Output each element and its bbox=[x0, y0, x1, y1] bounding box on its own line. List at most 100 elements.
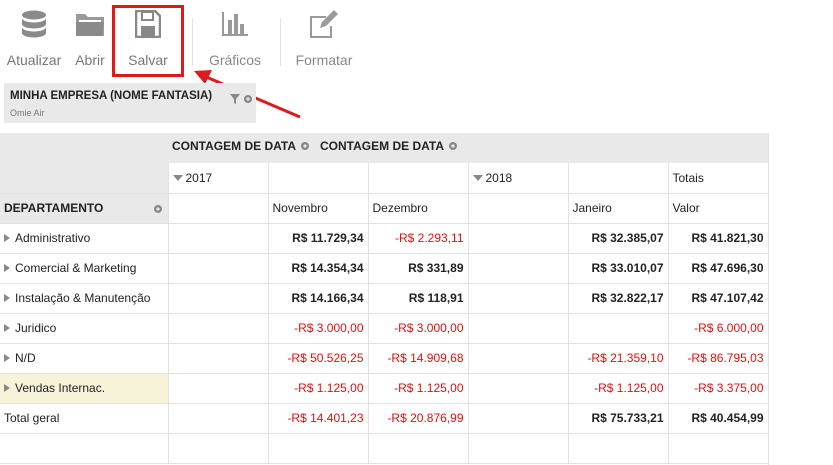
bar-chart-icon bbox=[221, 10, 249, 43]
highlight-box bbox=[112, 5, 184, 77]
row-header[interactable]: Administrativo bbox=[0, 223, 169, 254]
row-field-header[interactable]: DEPARTAMENTO bbox=[0, 193, 169, 224]
empty-cell bbox=[468, 223, 569, 254]
empty-cell bbox=[568, 163, 669, 194]
format-button[interactable]: Formatar bbox=[288, 0, 360, 76]
table-row: Vendas Internac. -R$ 1.125,00 -R$ 1.125,… bbox=[0, 373, 769, 404]
value-cell: R$ 32.822,17 bbox=[568, 283, 669, 314]
row-header[interactable]: Vendas Internac. bbox=[0, 373, 169, 404]
value-cell bbox=[568, 313, 669, 344]
charts-button[interactable]: Gráficos bbox=[200, 0, 270, 76]
filter-title: MINHA EMPRESA (NOME FANTASIA) bbox=[10, 90, 213, 102]
open-button[interactable]: Abrir bbox=[68, 0, 112, 76]
total-cell: -R$ 6.000,00 bbox=[668, 313, 769, 344]
value-cell: -R$ 14.909,68 bbox=[368, 343, 469, 374]
value-cell: -R$ 3.000,00 bbox=[268, 313, 369, 344]
value-cell: -R$ 1.125,00 bbox=[268, 373, 369, 404]
measure-header[interactable]: CONTAGEM DE DATA bbox=[172, 139, 310, 154]
empty-row bbox=[0, 433, 769, 464]
row-header[interactable]: Instalação & Manutenção bbox=[0, 283, 169, 314]
grid-right-edge bbox=[768, 133, 769, 465]
table-row: Instalação & Manutenção R$ 14.166,34 R$ … bbox=[0, 283, 769, 314]
empty-cell bbox=[268, 163, 369, 194]
empty-cell bbox=[268, 433, 369, 464]
value-cell: -R$ 1.125,00 bbox=[368, 373, 469, 404]
refresh-button[interactable]: Atualizar bbox=[0, 0, 68, 76]
total-cell: -R$ 3.375,00 bbox=[668, 373, 769, 404]
measure-label: CONTAGEM DE DATA bbox=[172, 139, 296, 153]
toolbar-separator bbox=[280, 18, 281, 66]
empty-cell bbox=[0, 433, 169, 464]
gear-icon[interactable] bbox=[243, 91, 253, 109]
value-cell: R$ 331,89 bbox=[368, 253, 469, 284]
expand-icon bbox=[4, 234, 10, 242]
row-header[interactable]: Juridico bbox=[0, 313, 169, 344]
table-row: Administrativo R$ 11.729,34 -R$ 2.293,11… bbox=[0, 223, 769, 254]
gear-icon[interactable] bbox=[448, 140, 458, 154]
empty-cell bbox=[468, 253, 569, 284]
empty-cell bbox=[468, 403, 569, 434]
empty-cell bbox=[468, 373, 569, 404]
year-header-row: 2017 2018 Totais bbox=[0, 163, 769, 194]
value-cell: R$ 75.733,21 bbox=[568, 403, 669, 434]
empty-cell bbox=[668, 433, 769, 464]
measure-header[interactable]: CONTAGEM DE DATA bbox=[320, 139, 458, 154]
empty-cell bbox=[168, 343, 269, 374]
empty-cell bbox=[468, 193, 569, 224]
empty-cell bbox=[368, 433, 469, 464]
value-cell: R$ 14.354,34 bbox=[268, 253, 369, 284]
collapse-icon bbox=[172, 174, 183, 181]
empty-cell bbox=[168, 373, 269, 404]
filter-value: Omie Air bbox=[10, 108, 45, 118]
value-cell: R$ 118,91 bbox=[368, 283, 469, 314]
value-header: Valor bbox=[668, 193, 769, 224]
filter-icon[interactable] bbox=[230, 91, 240, 109]
grand-total-label: Total geral bbox=[0, 403, 169, 434]
value-cell: -R$ 2.293,11 bbox=[368, 223, 469, 254]
gear-icon[interactable] bbox=[300, 140, 310, 154]
refresh-label: Atualizar bbox=[6, 52, 62, 68]
month-header: Novembro bbox=[268, 193, 369, 224]
expand-icon bbox=[4, 294, 10, 302]
measure-label: CONTAGEM DE DATA bbox=[320, 139, 444, 153]
format-label: Formatar bbox=[295, 52, 353, 68]
open-label: Abrir bbox=[75, 52, 105, 68]
empty-cell bbox=[168, 403, 269, 434]
row-header[interactable]: N/D bbox=[0, 343, 169, 374]
empty-cell bbox=[468, 283, 569, 314]
value-cell: R$ 32.385,07 bbox=[568, 223, 669, 254]
empty-cell bbox=[168, 253, 269, 284]
expand-icon bbox=[4, 354, 10, 362]
toolbar-separator bbox=[192, 18, 193, 66]
row-header[interactable]: Comercial & Marketing bbox=[0, 253, 169, 284]
value-cell: R$ 11.729,34 bbox=[268, 223, 369, 254]
total-cell: R$ 47.696,30 bbox=[668, 253, 769, 284]
empty-cell bbox=[368, 163, 469, 194]
empty-cell bbox=[168, 193, 269, 224]
year-header-2018[interactable]: 2018 bbox=[468, 163, 569, 194]
value-cell: -R$ 3.000,00 bbox=[368, 313, 469, 344]
pivot-report-window: Atualizar Abrir Salvar Gráficos Formatar… bbox=[0, 0, 833, 465]
toolbar: Atualizar Abrir Salvar Gráficos Formatar bbox=[0, 0, 833, 80]
empty-cell bbox=[168, 223, 269, 254]
table-row: N/D -R$ 50.526,25 -R$ 14.909,68 -R$ 21.3… bbox=[0, 343, 769, 374]
month-header: Janeiro bbox=[568, 193, 669, 224]
expand-icon bbox=[4, 384, 10, 392]
grand-total-row: Total geral -R$ 14.401,23 -R$ 20.876,99 … bbox=[0, 403, 769, 434]
empty-cell bbox=[168, 433, 269, 464]
empty-cell bbox=[468, 313, 569, 344]
table-row: Juridico -R$ 3.000,00 -R$ 3.000,00 -R$ 6… bbox=[0, 313, 769, 344]
total-cell: R$ 47.107,42 bbox=[668, 283, 769, 314]
gear-icon[interactable] bbox=[153, 203, 163, 217]
empty-cell bbox=[568, 433, 669, 464]
filter-card[interactable]: MINHA EMPRESA (NOME FANTASIA) Omie Air bbox=[4, 83, 256, 123]
pivot-table: 2017 2018 Totais DEPARTAMENTO Novembro D… bbox=[0, 163, 769, 464]
empty-cell bbox=[468, 343, 569, 374]
month-header-row: DEPARTAMENTO Novembro Dezembro Janeiro V… bbox=[0, 193, 769, 224]
year-header-2017[interactable]: 2017 bbox=[168, 163, 269, 194]
value-cell: -R$ 14.401,23 bbox=[268, 403, 369, 434]
empty-cell bbox=[468, 433, 569, 464]
total-cell: R$ 41.821,30 bbox=[668, 223, 769, 254]
value-cell: R$ 33.010,07 bbox=[568, 253, 669, 284]
value-cell: -R$ 50.526,25 bbox=[268, 343, 369, 374]
